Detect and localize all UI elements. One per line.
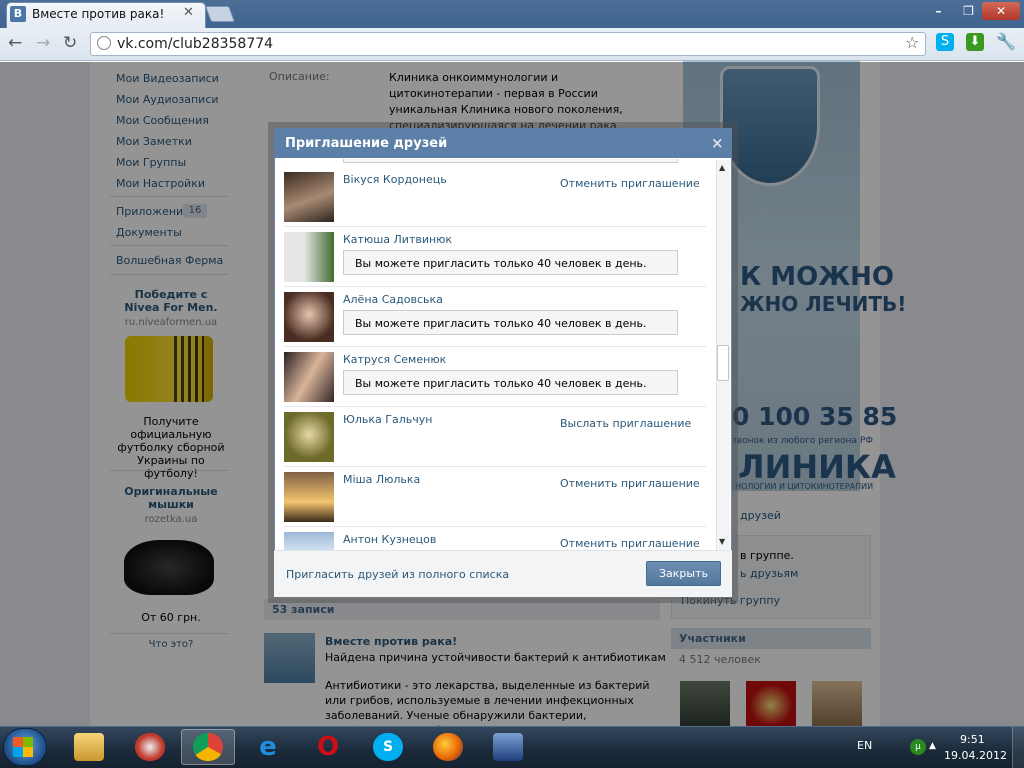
send-invite-link[interactable]: Выслать приглашение [560, 417, 691, 430]
skype-icon[interactable]: S [936, 33, 954, 51]
friend-avatar[interactable] [284, 352, 334, 402]
star-icon[interactable]: ☆ [905, 33, 919, 52]
invite-limit-text: Вы можете пригласить только 40 человек в… [355, 377, 647, 390]
tab-title[interactable]: Вместе против рака! [32, 7, 164, 21]
windows-logo-icon [13, 747, 33, 757]
friend-name[interactable]: Катюша Литвинюк [343, 233, 452, 246]
utorrent-icon[interactable]: µ [910, 739, 926, 755]
close-icon[interactable]: × [711, 134, 724, 152]
friend-name[interactable]: Катруся Семенюк [343, 353, 446, 366]
page-info-icon[interactable] [97, 36, 111, 50]
explorer-icon [74, 733, 104, 761]
forward-icon[interactable]: → [36, 33, 50, 53]
invite-limit-text: Вы можете пригласить только 40 человек в… [355, 257, 647, 270]
cancel-invite-link[interactable]: Отменить приглашение [560, 177, 700, 190]
skype-icon: S [373, 733, 403, 761]
invite-from-full-list-link[interactable]: Пригласить друзей из полного списка [286, 568, 509, 581]
friend-avatar[interactable] [284, 232, 334, 282]
chrome-icon [193, 733, 223, 761]
download-icon[interactable]: ⬇ [966, 33, 984, 51]
friend-avatar[interactable] [284, 172, 334, 222]
ie-icon: e [259, 732, 277, 762]
opera-icon: O [316, 732, 340, 762]
app-icon [493, 733, 523, 761]
tab-close-icon[interactable]: ✕ [183, 5, 194, 20]
friend-avatar[interactable] [284, 532, 334, 550]
invite-limit-text: Вы можете пригласить только 40 человек в… [355, 317, 647, 330]
scrollbar-thumb[interactable] [717, 345, 729, 381]
friend-name[interactable]: Алёна Садовська [343, 293, 443, 306]
friend-name[interactable]: Антон Кузнецов [343, 533, 436, 546]
wrench-icon[interactable]: 🔧 [996, 33, 1016, 51]
cancel-invite-link[interactable]: Отменить приглашение [560, 477, 700, 490]
maximize-icon[interactable]: ❐ [955, 2, 982, 20]
language-indicator[interactable]: EN [857, 739, 872, 752]
friend-name[interactable]: Міша Люлька [343, 473, 420, 486]
app-icon [135, 733, 165, 761]
window-close-icon[interactable]: ✕ [982, 2, 1020, 20]
close-button[interactable]: Закрыть [646, 561, 721, 586]
show-desktop-button[interactable] [1012, 727, 1024, 768]
friend-name[interactable]: Вікуся Кордонець [343, 173, 447, 186]
reload-icon[interactable]: ↻ [63, 33, 77, 53]
back-icon[interactable]: ← [8, 33, 22, 53]
firefox-icon [433, 733, 463, 761]
friend-avatar[interactable] [284, 412, 334, 462]
minimize-icon[interactable]: – [925, 2, 952, 20]
vk-favicon-icon: В [10, 6, 26, 22]
scroll-up-icon[interactable]: ▲ [719, 163, 725, 172]
tray-expand-icon[interactable]: ▲ [929, 741, 936, 751]
clock-time[interactable]: 9:51 [960, 733, 985, 746]
scroll-down-icon[interactable]: ▼ [719, 537, 725, 546]
list-top-edge [343, 159, 678, 163]
dialog-title: Приглашение друзей [285, 136, 448, 151]
cancel-invite-link[interactable]: Отменить приглашение [560, 537, 700, 550]
url-text[interactable]: vk.com/club28358774 [117, 36, 273, 52]
friend-avatar[interactable] [284, 472, 334, 522]
friend-avatar[interactable] [284, 292, 334, 342]
clock-date[interactable]: 19.04.2012 [944, 749, 1007, 762]
friend-name[interactable]: Юлька Гальчун [343, 413, 432, 426]
